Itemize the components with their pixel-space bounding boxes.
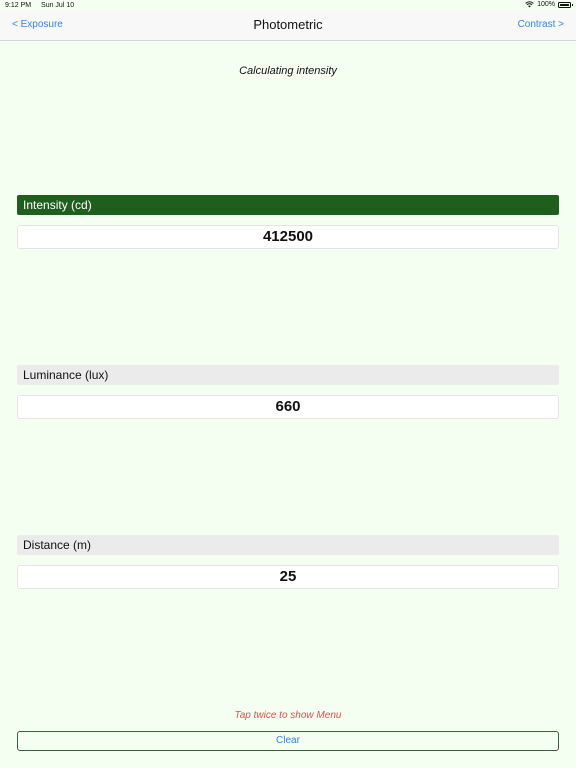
calculation-subtitle: Calculating intensity <box>239 65 337 77</box>
status-right: 100% <box>525 1 573 8</box>
page-title: Photometric <box>253 17 323 32</box>
battery-percent: 100% <box>537 1 555 8</box>
distance-label[interactable]: Distance (m) <box>17 535 559 555</box>
clear-button[interactable]: Clear <box>17 731 559 751</box>
status-date: Sun Jul 10 <box>41 2 75 9</box>
luminance-value-field[interactable]: 660 <box>17 395 559 419</box>
status-bar: 9:12 PM Sun Jul 10 100% <box>0 0 576 12</box>
intensity-label[interactable]: Intensity (cd) <box>17 195 559 215</box>
battery-icon <box>558 1 573 8</box>
distance-value-field[interactable]: 25 <box>17 565 559 589</box>
luminance-label[interactable]: Luminance (lux) <box>17 365 559 385</box>
intensity-value-field[interactable]: 412500 <box>17 225 559 249</box>
navigation-bar: < Exposure Photometric Contrast > <box>0 12 576 41</box>
status-left: 9:12 PM Sun Jul 10 <box>5 2 82 9</box>
status-time: 9:12 PM <box>5 2 32 9</box>
forward-button-contrast[interactable]: Contrast > <box>518 19 564 30</box>
wifi-icon <box>525 1 534 8</box>
menu-hint: Tap twice to show Menu <box>234 710 342 721</box>
